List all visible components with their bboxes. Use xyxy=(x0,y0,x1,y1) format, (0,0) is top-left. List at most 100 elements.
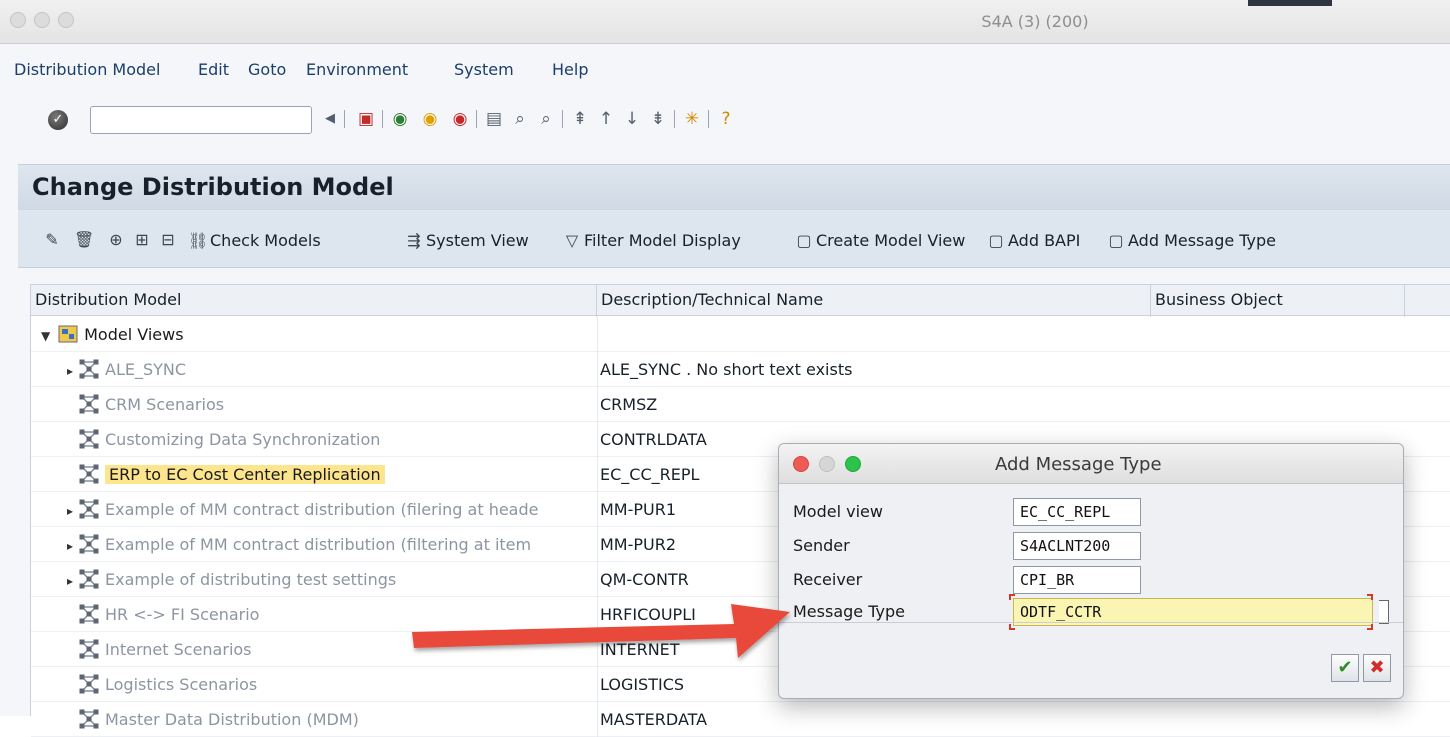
model-view-cell: HR <-> FI Scenario xyxy=(31,597,597,632)
filter-model-display-button[interactable]: ▽ Filter Model Display xyxy=(562,229,741,253)
value-help-icon[interactable] xyxy=(1379,600,1389,624)
menu-environment[interactable]: Environment xyxy=(306,60,408,79)
model-view-name[interactable]: Customizing Data Synchronization xyxy=(105,430,380,449)
model-view-icon xyxy=(79,534,99,554)
model-view-icon xyxy=(79,604,99,624)
system-view-icon: ⇶ xyxy=(407,231,421,250)
model-view-icon xyxy=(79,499,99,519)
required-marker xyxy=(1367,594,1373,600)
dialog-zoom-button[interactable] xyxy=(845,456,861,472)
menu-edit[interactable]: Edit xyxy=(198,60,229,79)
table-row[interactable]: ▸ ALE_SYNC ALE_SYNC . No short text exists xyxy=(31,352,1450,387)
next-page-icon[interactable]: ↓ xyxy=(622,108,642,130)
document-icon: ▢ xyxy=(796,231,812,250)
model-view-name[interactable]: Internet Scenarios xyxy=(105,640,252,659)
message-type-label: Message Type xyxy=(793,602,905,621)
model-view-name[interactable]: Example of MM contract distribution (fil… xyxy=(105,535,531,554)
menu-goto[interactable]: Goto xyxy=(248,60,286,79)
print-icon[interactable]: ▤ xyxy=(484,108,504,130)
find-icon[interactable]: ⌕ xyxy=(510,108,530,130)
tree-root-row[interactable]: ▼ Model Views xyxy=(31,317,1450,352)
screen-title-bar: Change Distribution Model xyxy=(18,164,1450,210)
table-row[interactable]: CRM Scenarios CRMSZ xyxy=(31,387,1450,422)
required-marker xyxy=(1009,624,1015,630)
model-view-technical-name: MASTERDATA xyxy=(597,702,1151,737)
menu-distribution-model[interactable]: Distribution Model xyxy=(14,60,160,79)
model-view-field[interactable]: EC_CC_REPL xyxy=(1013,498,1141,526)
collapsed-triangle-icon[interactable]: ▸ xyxy=(67,354,79,387)
create-session-icon[interactable]: ✳ xyxy=(682,108,702,130)
column-header-description[interactable]: Description/Technical Name xyxy=(597,285,1151,317)
create-model-view-button[interactable]: ▢ Create Model View xyxy=(794,229,965,253)
back-icon[interactable]: ◉ xyxy=(390,108,410,130)
model-view-name[interactable]: Example of distributing test settings xyxy=(105,570,396,589)
document-icon: ▢ xyxy=(1108,231,1124,250)
expand-subtree-icon[interactable]: ⊞ xyxy=(132,230,152,250)
previous-page-icon[interactable]: ↑ xyxy=(596,108,616,130)
model-view-name[interactable]: Logistics Scenarios xyxy=(105,675,257,694)
help-icon[interactable]: ? xyxy=(716,108,736,130)
add-bapi-button[interactable]: ▢ Add BAPI xyxy=(986,229,1080,253)
change-display-icon[interactable]: ✎ xyxy=(42,230,62,250)
collapsed-triangle-icon[interactable]: ▸ xyxy=(67,529,79,562)
expanded-triangle-icon[interactable]: ▼ xyxy=(41,319,53,352)
model-view-icon xyxy=(79,429,99,449)
menu-bar: Distribution Model Edit Goto Environment… xyxy=(0,54,1450,84)
dialog-close-button[interactable] xyxy=(793,456,809,472)
dialog-title: Add Message Type xyxy=(995,454,1162,475)
collapsed-triangle-icon[interactable]: ▸ xyxy=(67,494,79,527)
model-view-name[interactable]: HR <-> FI Scenario xyxy=(105,605,259,624)
column-header-business-object[interactable]: Business Object xyxy=(1151,285,1405,317)
model-view-cell: ▸ Example of distributing test settings xyxy=(31,562,597,597)
dialog-minimize-button[interactable] xyxy=(819,456,835,472)
collapse-field-icon[interactable]: ◀ xyxy=(320,108,340,130)
find-next-icon[interactable]: ⌕ xyxy=(536,108,556,130)
collapsed-triangle-icon[interactable]: ▸ xyxy=(67,564,79,597)
dialog-footer-divider xyxy=(779,622,1403,623)
standard-toolbar: ✓ ◀ ▣ ◉ ◉ ◉ ▤ ⌕ ⌕ ⇞ ↑ ↓ ⇟ ✳ ? xyxy=(0,96,1450,142)
model-view-name[interactable]: Master Data Distribution (MDM) xyxy=(105,710,359,729)
add-message-type-button[interactable]: ▢ Add Message Type xyxy=(1106,229,1276,253)
required-marker xyxy=(1009,594,1015,600)
toolbar-separator xyxy=(344,110,345,128)
model-view-icon xyxy=(79,709,99,729)
table-row[interactable]: Master Data Distribution (MDM) MASTERDATA xyxy=(31,702,1450,737)
sender-field[interactable]: S4ACLNT200 xyxy=(1013,532,1141,560)
table-header: Distribution Model Description/Technical… xyxy=(31,284,1450,317)
model-view-name[interactable]: CRM Scenarios xyxy=(105,395,224,414)
exit-icon[interactable]: ◉ xyxy=(420,108,440,130)
toolbar-separator xyxy=(562,110,563,128)
delete-icon[interactable]: 🗑 xyxy=(74,230,94,250)
required-marker xyxy=(1367,624,1373,630)
model-view-name[interactable]: ERP to EC Cost Center Replication xyxy=(105,465,385,484)
collapse-subtree-icon[interactable]: ⊟ xyxy=(158,230,178,250)
save-icon[interactable]: ▣ xyxy=(356,108,376,130)
menu-help[interactable]: Help xyxy=(552,60,588,79)
system-view-button[interactable]: ⇶ System View xyxy=(404,229,528,253)
model-view-technical-name: CRMSZ xyxy=(597,387,1151,422)
cancel-icon[interactable]: ◉ xyxy=(450,108,470,130)
model-view-name[interactable]: Example of MM contract distribution (fil… xyxy=(105,500,538,519)
menu-system[interactable]: System xyxy=(454,60,514,79)
last-page-icon[interactable]: ⇟ xyxy=(648,108,668,130)
model-view-cell: Logistics Scenarios xyxy=(31,667,597,702)
model-view-icon xyxy=(79,569,99,589)
model-view-cell: ▸ ALE_SYNC xyxy=(31,352,597,387)
display-details-icon[interactable]: ⊕ xyxy=(106,230,126,250)
model-view-technical-name: ALE_SYNC . No short text exists xyxy=(597,352,1151,387)
column-header-distribution-model[interactable]: Distribution Model xyxy=(31,285,597,317)
enter-check-icon[interactable]: ✓ xyxy=(48,110,68,130)
background-window-edge xyxy=(1248,0,1332,6)
filter-icon: ▽ xyxy=(565,231,579,250)
add-message-type-dialog: Add Message Type Model view EC_CC_REPL S… xyxy=(778,443,1404,699)
dialog-confirm-button[interactable]: ✔ xyxy=(1331,654,1359,682)
dialog-cancel-button[interactable]: ✖ xyxy=(1363,654,1391,682)
receiver-field[interactable]: CPI_BR xyxy=(1013,566,1141,594)
sap-gui-window: S4A (3) (200) Distribution Model Edit Go… xyxy=(0,0,1450,737)
model-view-cell: ▸ Example of MM contract distribution (fi… xyxy=(31,492,597,527)
check-models-button[interactable]: ⛓ Check Models xyxy=(188,229,321,253)
model-view-name[interactable]: ALE_SYNC xyxy=(105,360,186,379)
command-field[interactable] xyxy=(90,106,312,134)
sender-label: Sender xyxy=(793,536,850,555)
first-page-icon[interactable]: ⇞ xyxy=(570,108,590,130)
